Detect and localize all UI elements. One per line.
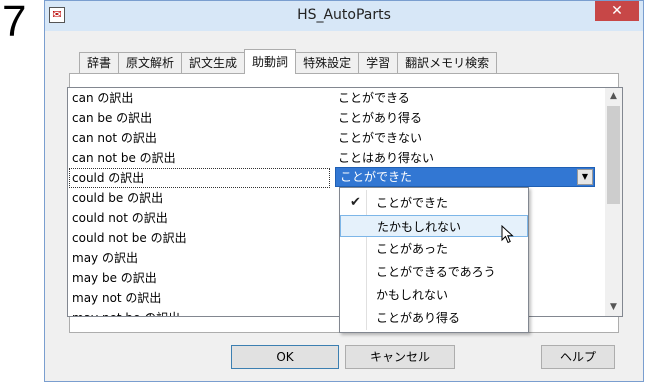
step-number: 7 [2,0,27,46]
close-button[interactable]: ✕ [595,1,639,21]
combo-value: ことができた [340,170,413,184]
tab-dictionary[interactable]: 辞書 [79,52,120,74]
row-english: may be の訳出 [72,271,157,285]
combo-dropdown-button[interactable]: ▼ [577,169,593,185]
dropdown-option[interactable]: ことがあった [340,238,528,260]
mouse-pointer-icon [501,225,514,244]
dropdown-option-label: ことがあった [376,242,449,256]
row-english: can be の訳出 [72,111,153,125]
checkmark-icon: ✔ [350,195,361,210]
tab-bar: 辞書 原文解析 訳文生成 助動詞 特殊設定 学習 翻訳メモリ検索 [79,49,498,74]
row-english: can not be の訳出 [72,151,176,165]
dropdown-option-label: ことができるであろう [376,265,496,279]
row-english: may not の訳出 [72,291,162,305]
dropdown-option-label: たかもしれない [377,220,462,234]
close-icon: ✕ [611,3,623,19]
list-row[interactable]: can の訳出 ことができる [68,88,604,108]
help-button[interactable]: ヘルプ [541,345,615,369]
row-translation: ことがあり得る [338,111,423,125]
chevron-down-icon: ▼ [581,172,589,181]
dropdown-option-label: かもしれない [376,288,449,302]
list-row[interactable]: can not be の訳出 ことはあり得ない [68,148,604,168]
scroll-thumb[interactable] [607,106,620,204]
tab-learning[interactable]: 学習 [358,52,399,74]
tab-translation-memory-search[interactable]: 翻訳メモリ検索 [397,52,498,74]
scroll-down-icon[interactable]: ▼ [605,299,622,316]
tab-auxiliary-verbs[interactable]: 助動詞 [244,49,297,74]
dropdown-list: ✔ ことができた たかもしれない ことがあったことができるであろう かもしれない ことがあ… [339,187,529,333]
window-title: HS_AutoParts [297,7,391,23]
dropdown-option[interactable]: ことができるであろう [340,261,528,283]
list-row[interactable]: can not の訳出 ことができない [68,128,604,148]
dropdown-option-label: ことがあり得る [376,311,461,325]
scroll-up-icon[interactable]: ▲ [605,88,622,105]
dropdown-option[interactable]: ことがあり得る [340,307,528,329]
tab-translation-generation[interactable]: 訳文生成 [181,52,246,74]
row-english: may not be の訳出 [72,308,180,316]
row-translation: ことができる [338,91,410,105]
row-english: could not be の訳出 [72,231,187,245]
row-english: could not の訳出 [72,211,168,225]
dropdown-option[interactable]: かもしれない [340,284,528,306]
row-english: could be の訳出 [72,191,164,205]
row-translation: ことができない [338,131,423,145]
tab-special-settings[interactable]: 特殊設定 [295,52,360,74]
cancel-button[interactable]: キャンセル [345,345,455,369]
row-english: can not の訳出 [72,131,157,145]
row-english: could の訳出 [69,168,330,188]
row-translation: ことはあり得ない [338,151,435,165]
title-bar: ✉ HS_AutoParts ✕ [45,1,643,31]
translation-combo[interactable]: ことができた ▼ [335,167,595,187]
row-english: may の訳出 [72,251,138,265]
list-row[interactable]: can be の訳出 ことがあり得る [68,108,604,128]
tab-source-analysis[interactable]: 原文解析 [118,52,183,74]
dropdown-option-label: ことができた [376,196,449,210]
ok-button[interactable]: OK [231,345,339,369]
row-english: can の訳出 [72,91,134,105]
dialog-window: ✉ HS_AutoParts ✕ 辞書 原文解析 訳文生成 助動詞 特殊設定 学… [44,0,644,382]
dropdown-option[interactable]: たかもしれない [340,215,528,237]
vertical-scrollbar[interactable]: ▲ ▼ [605,88,622,316]
dropdown-option[interactable]: ✔ ことができた [340,192,528,214]
